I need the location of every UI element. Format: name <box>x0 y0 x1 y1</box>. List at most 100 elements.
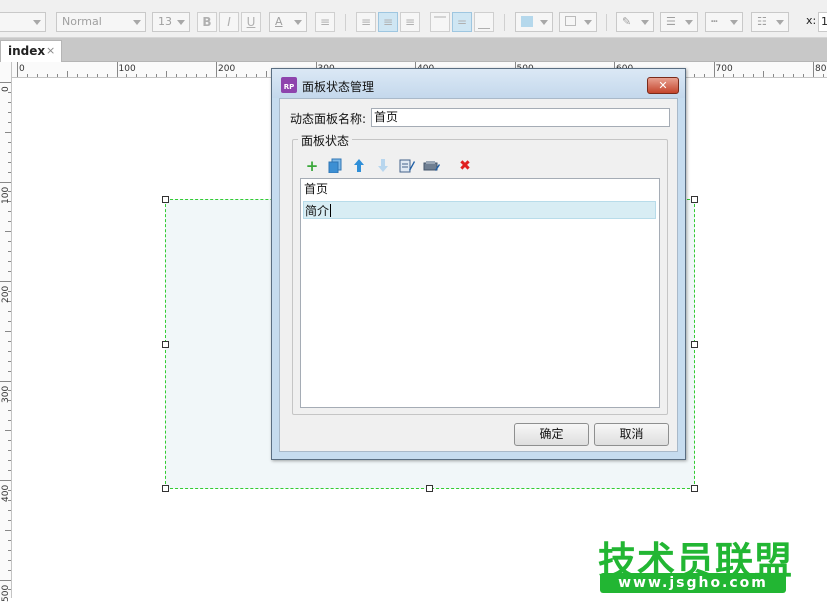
bullet-list-icon[interactable]: ≡ <box>315 12 335 32</box>
valign-top-icon[interactable]: ⎺ <box>430 12 450 32</box>
ruler-tick <box>66 71 68 77</box>
panel-name-label: 动态面板名称: <box>290 112 367 126</box>
x-input[interactable]: 1 <box>818 12 827 32</box>
list-item-selected[interactable]: 简介 <box>303 201 656 219</box>
ruler-tick <box>265 71 267 77</box>
ruler-label: 0 <box>19 64 25 74</box>
ruler-tick <box>0 480 11 481</box>
ruler-tick <box>126 74 128 77</box>
ruler-tick <box>8 111 11 113</box>
ruler-tick <box>8 261 11 263</box>
ruler-tick <box>0 380 11 382</box>
ruler-tick <box>56 74 58 77</box>
ruler-tick <box>8 121 11 123</box>
font-size-select[interactable]: 13 <box>152 12 190 32</box>
align-left-icon[interactable]: ≡ <box>356 12 376 32</box>
ruler-tick <box>803 74 805 77</box>
ruler-tick <box>8 171 11 173</box>
align-center-icon[interactable]: ≡ <box>378 12 398 32</box>
panel-state-dialog: RP 面板状态管理 ✕ 动态面板名称: 首页 面板状态 + ✖ 首页 简介 确定… <box>271 68 686 460</box>
style-select-value: Normal <box>62 15 102 28</box>
resize-handle-tr[interactable] <box>691 196 698 203</box>
resize-handle-bl[interactable] <box>162 485 169 492</box>
cancel-button[interactable]: 取消 <box>594 423 669 446</box>
underline-button[interactable]: U <box>241 12 261 32</box>
dialog-titlebar[interactable]: RP 面板状态管理 ✕ <box>272 69 685 98</box>
tab-index[interactable]: index × <box>0 40 62 62</box>
copy-icon[interactable] <box>327 158 343 174</box>
ruler-tick <box>8 221 11 223</box>
ruler-tick <box>106 74 108 77</box>
ruler-label: 700 <box>715 64 733 74</box>
ruler-tick <box>8 519 11 521</box>
ruler-tick <box>0 579 11 581</box>
ruler-tick <box>225 74 227 77</box>
valign-bottom-icon[interactable]: ⎽ <box>474 12 494 32</box>
states-list[interactable]: 首页 简介 <box>300 178 660 408</box>
valign-middle-icon[interactable]: = <box>452 12 472 32</box>
ruler-tick <box>216 62 217 77</box>
states-group-label: 面板状态 <box>298 132 353 149</box>
ruler-tick <box>733 74 735 77</box>
italic-button[interactable]: I <box>219 12 239 32</box>
ruler-tick <box>5 430 11 432</box>
ruler-tick <box>8 141 11 143</box>
ruler-tick <box>8 251 11 253</box>
delete-icon[interactable]: ✖ <box>457 158 473 174</box>
shadow-button[interactable] <box>559 12 597 32</box>
bold-button[interactable]: B <box>197 12 217 32</box>
resize-handle-l[interactable] <box>162 341 169 348</box>
ruler-tick <box>813 62 814 77</box>
arrow-style-button[interactable]: ☷ <box>751 12 789 32</box>
resize-handle-r[interactable] <box>691 341 698 348</box>
ok-button[interactable]: 确定 <box>514 423 589 446</box>
ruler-tick <box>76 74 78 77</box>
ruler-tick <box>235 74 237 77</box>
align-right-icon[interactable]: ≡ <box>400 12 420 32</box>
ruler-tick <box>822 74 824 77</box>
toolbar: Normal 13 B I U A ≡ ≡ ≡ ≡ ⎺ = ⎽ ✎ ☰ ┅ ☷ … <box>0 0 827 38</box>
ruler-label: 800 <box>815 64 827 74</box>
ruler-tick <box>723 74 725 77</box>
plus-icon[interactable]: + <box>304 158 320 174</box>
ruler-tick <box>206 74 208 77</box>
ruler-label: 300 <box>1 385 11 403</box>
resize-handle-b[interactable] <box>426 485 433 492</box>
edit-icon[interactable] <box>399 158 415 174</box>
dialog-title: 面板状态管理 <box>302 80 375 94</box>
style-select[interactable]: Normal <box>56 12 146 32</box>
ruler-tick <box>8 91 11 93</box>
line-style-button[interactable]: ┅ <box>705 12 743 32</box>
ruler-tick <box>713 62 715 77</box>
ruler-tick <box>26 74 28 77</box>
ruler-tick <box>8 161 11 163</box>
edit-all-icon[interactable] <box>423 158 440 174</box>
panel-name-input[interactable]: 首页 <box>371 108 670 127</box>
resize-handle-br[interactable] <box>691 485 698 492</box>
ruler-tick <box>0 181 11 183</box>
ruler-tick <box>196 74 198 77</box>
resize-handle-tl[interactable] <box>162 196 169 203</box>
text-color-label: A <box>275 15 283 28</box>
text-color-button[interactable]: A <box>269 12 307 32</box>
ruler-tick <box>8 559 11 561</box>
fill-color-button[interactable] <box>515 12 553 32</box>
ruler-tick <box>763 71 765 77</box>
arrow-up-icon[interactable] <box>351 158 367 174</box>
ruler-tick <box>8 410 11 412</box>
ruler-tick <box>8 151 11 153</box>
line-color-button[interactable]: ✎ <box>616 12 654 32</box>
ruler-tick <box>96 74 98 77</box>
text-caret <box>330 204 332 217</box>
ruler-tick <box>783 74 785 77</box>
arrow-down-icon[interactable] <box>375 158 391 174</box>
close-button[interactable]: ✕ <box>647 77 679 94</box>
ruler-tick <box>46 74 48 77</box>
ruler-tick <box>8 340 11 342</box>
tab-close-icon[interactable]: × <box>46 41 55 61</box>
list-item[interactable]: 首页 <box>303 180 328 198</box>
toolbar-dropdown-left[interactable] <box>0 12 46 32</box>
ruler-label: 100 <box>118 64 136 74</box>
line-width-button[interactable]: ☰ <box>660 12 698 32</box>
ruler-tick <box>8 509 11 511</box>
